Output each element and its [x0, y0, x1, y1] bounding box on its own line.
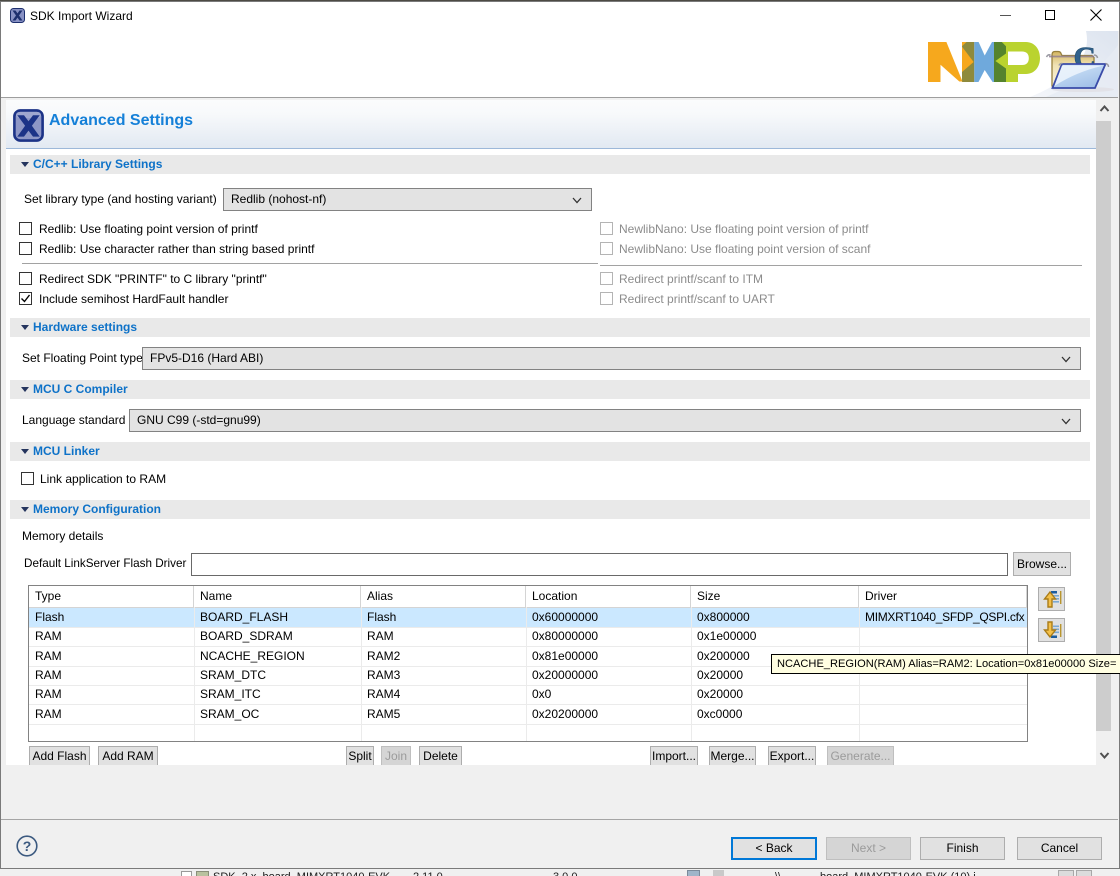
- svg-text:?: ?: [23, 838, 32, 854]
